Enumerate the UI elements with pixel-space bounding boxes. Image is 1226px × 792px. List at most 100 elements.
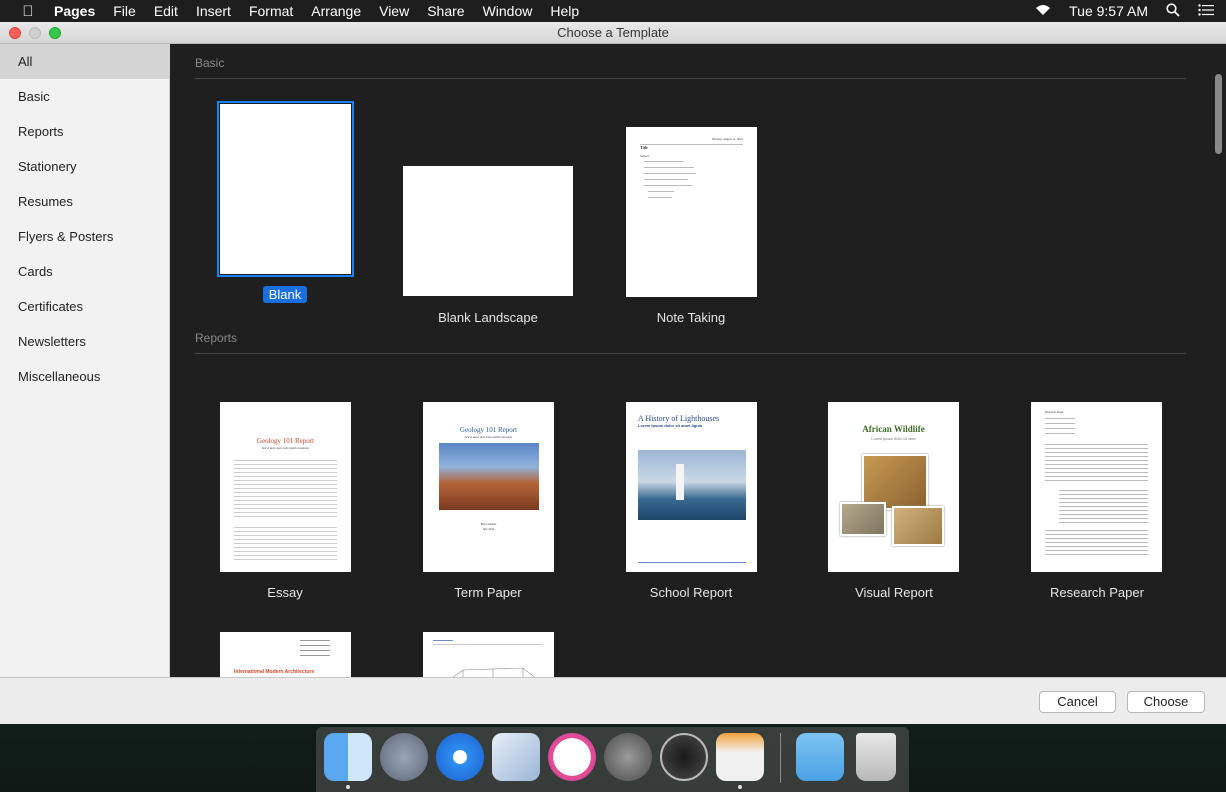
page-title: African Wildlife [862,424,925,434]
page-subtitle: Subject [640,154,649,158]
sidebar-item-miscellaneous[interactable]: Miscellaneous [0,359,169,394]
page-subtitle: Lorem ipsum dolor sit amet [871,436,916,441]
page-rule [640,144,743,145]
sidebar-item-flyers-posters[interactable]: Flyers & Posters [0,219,169,254]
template-thumbnail[interactable]: African Wildlife Lorem ipsum dolor sit a… [828,402,959,572]
template-label-essay: Essay [267,585,303,600]
sidebar-item-resumes[interactable]: Resumes [0,184,169,219]
template-label-school-report: School Report [649,585,733,600]
choose-button[interactable]: Choose [1127,691,1205,713]
menu-clock[interactable]: Tue 9:57 AM [1069,3,1148,19]
page-title: Geology 101 Report [256,437,315,445]
activity-monitor-icon[interactable] [660,733,708,781]
page-bullet [648,191,674,192]
template-label-blank-landscape: Blank Landscape [438,310,538,325]
trash-icon[interactable] [856,733,896,781]
page-title: International Modern Architecture [234,669,315,675]
template-essay[interactable]: Geology 101 Report Sed et lacus quis eni… [200,379,370,600]
sidebar-item-newsletters[interactable]: Newsletters [0,324,169,359]
template-thumbnail[interactable] [403,166,573,296]
template-research-paper[interactable]: Research Paper Research Paper [1012,379,1182,600]
template-label-blank: Blank [262,286,308,303]
page-author: Elisa Steeper [480,522,497,526]
close-window-button[interactable] [9,27,21,39]
menu-file[interactable]: File [113,0,136,22]
template-thumbnail[interactable]: Geology 101 Report Sed et lacus quis eni… [220,402,351,572]
sidebar-item-certificates[interactable]: Certificates [0,289,169,324]
page-date: Monday, August 11, 2014 [712,137,743,141]
mail-icon[interactable] [492,733,540,781]
menu-app-name[interactable]: Pages [54,0,95,22]
menu-format[interactable]: Format [249,0,293,22]
template-blank[interactable]: Blank [200,101,370,304]
lighthouse-photo [638,450,746,520]
sidebar-item-reports[interactable]: Reports [0,114,169,149]
template-architecture-drawing[interactable] [403,609,573,677]
section-divider [195,78,1186,79]
menu-share[interactable]: Share [427,0,464,22]
page-title: Title [640,145,648,150]
system-preferences-icon[interactable] [604,733,652,781]
menu-edit[interactable]: Edit [154,0,178,22]
template-school-report[interactable]: A History of Lighthouses Lorem ipsum dol… [606,379,776,600]
elephant-photo [840,502,886,536]
itunes-icon[interactable] [548,733,596,781]
template-visual-report[interactable]: African Wildlife Lorem ipsum dolor sit a… [809,379,979,600]
template-label-research-paper: Research Paper [1050,585,1144,600]
sidebar-item-all[interactable]: All [0,44,169,79]
dock [316,727,909,792]
page-bullet [644,179,688,180]
template-thumbnail[interactable]: A History of Lighthouses Lorem ipsum dol… [626,402,757,572]
template-blank-landscape[interactable]: Blank Landscape [403,104,573,325]
template-term-paper[interactable]: Geology 101 Report Sed et lacus quis eni… [403,379,573,600]
template-architecture-report[interactable]: International Modern Architecture [200,609,370,677]
menu-view[interactable]: View [379,0,409,22]
canyon-photo [439,443,539,510]
cancel-button[interactable]: Cancel [1039,691,1116,713]
downloads-folder-icon[interactable] [796,733,844,781]
page-title: A History of Lighthouses [638,414,720,423]
dialog-button-bar: Cancel Choose [0,677,1226,724]
finder-icon[interactable] [324,733,372,781]
minimize-window-button[interactable] [29,27,41,39]
notification-center-icon[interactable] [1198,3,1214,19]
wifi-status-icon[interactable] [1035,3,1051,19]
safari-icon[interactable] [436,733,484,781]
dock-divider [780,733,781,783]
page-bullet [644,185,692,186]
title-bar: Choose a Template [0,22,1226,44]
menu-help[interactable]: Help [550,0,579,22]
sidebar-item-cards[interactable]: Cards [0,254,169,289]
template-thumbnail[interactable]: Monday, August 11, 2014 Title Subject [626,127,757,297]
menu-window[interactable]: Window [483,0,533,22]
running-indicator [346,785,350,789]
template-thumbnail[interactable]: Research Paper [1031,402,1162,572]
page-header-block [300,640,330,660]
template-label-term-paper: Term Paper [454,585,522,600]
spotlight-search-icon[interactable] [1166,2,1180,20]
template-thumbnail[interactable]: International Modern Architecture [220,632,351,677]
template-thumbnail[interactable] [217,101,354,277]
page-header-block [1045,418,1075,438]
menu-bar:  Pages File Edit Insert Format Arrange … [0,0,1226,22]
page-bullet [644,167,694,168]
launchpad-icon[interactable] [380,733,428,781]
sidebar-item-stationery[interactable]: Stationery [0,149,169,184]
gallery-scrollbar[interactable] [1215,74,1222,154]
page-title: Research Paper [1045,410,1064,414]
template-note-taking[interactable]: Monday, August 11, 2014 Title Subject No… [606,104,776,325]
page-body-text [234,460,337,520]
menu-arrange[interactable]: Arrange [311,0,361,22]
zoom-window-button[interactable] [49,27,61,39]
pages-icon[interactable] [716,733,764,781]
section-title-basic: Basic [195,56,225,70]
menu-insert[interactable]: Insert [196,0,231,22]
page-bullet [648,197,672,198]
apple-menu-icon[interactable]:  [18,3,38,20]
page-body-text [1045,444,1148,482]
sidebar-item-basic[interactable]: Basic [0,79,169,114]
page-body-text [1045,530,1148,556]
template-thumbnail[interactable]: Geology 101 Report Sed et lacus quis eni… [423,402,554,572]
window-title: Choose a Template [557,25,669,40]
template-thumbnail[interactable] [423,632,554,677]
